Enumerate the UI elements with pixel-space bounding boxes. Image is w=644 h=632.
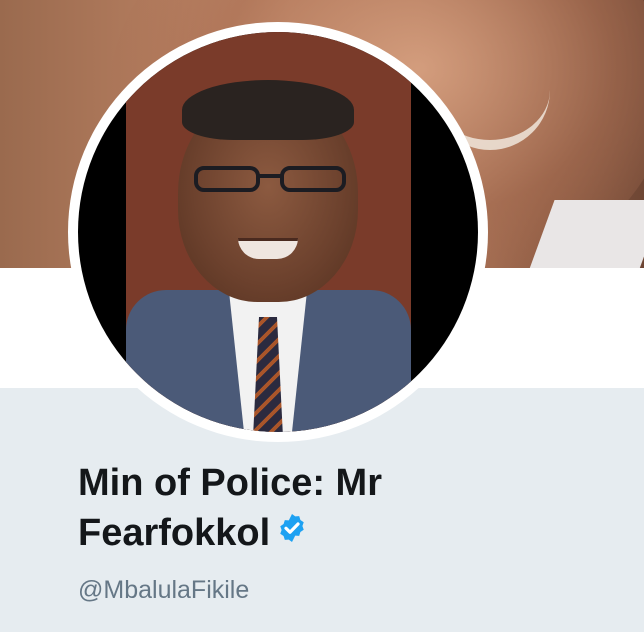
profile-screen-name[interactable]: @MbalulaFikile [78, 574, 249, 606]
avatar-hair [182, 80, 354, 140]
profile-name[interactable]: Min of Police: Mr Fearfokkol [78, 458, 518, 560]
profile-avatar[interactable] [78, 32, 478, 432]
avatar-glasses [194, 166, 346, 192]
profile-name-line1: Min of Police: Mr [78, 462, 382, 504]
profile-name-line2: Fearfokkol [78, 512, 271, 554]
verified-badge-icon [276, 507, 308, 557]
